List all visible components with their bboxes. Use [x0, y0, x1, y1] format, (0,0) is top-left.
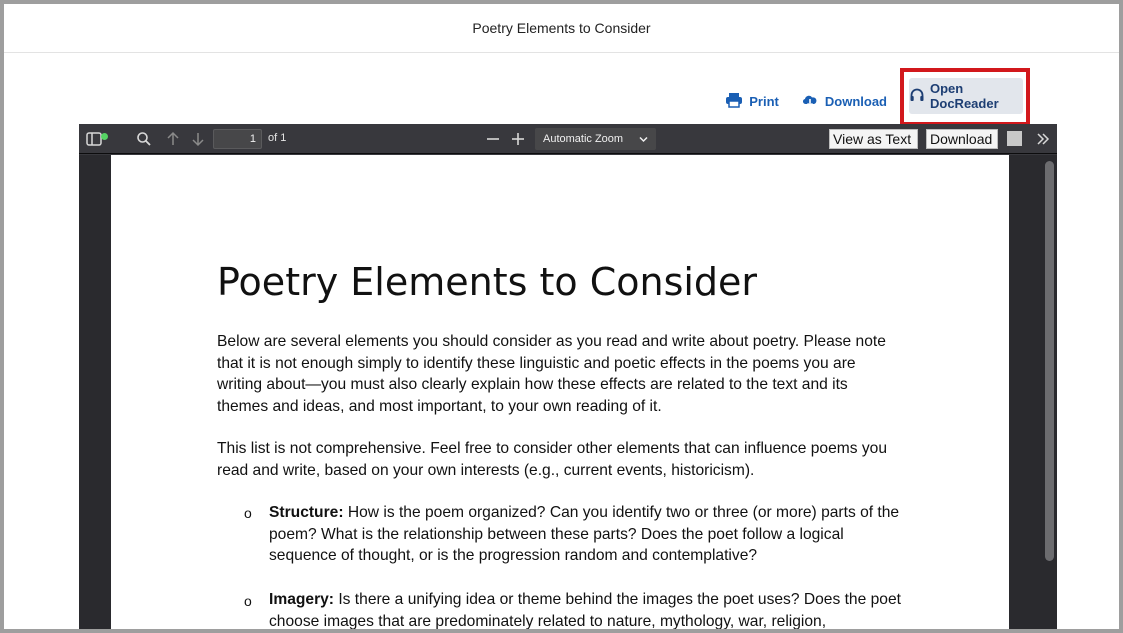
- document-paragraph: This list is not comprehensive. Feel fre…: [217, 440, 888, 479]
- double-chevron-right-icon: [1037, 133, 1050, 145]
- sidebar-toggle-button[interactable]: [85, 130, 108, 148]
- document-paragraph: Below are several elements you should co…: [217, 333, 886, 416]
- page-count: of 1: [268, 132, 287, 144]
- docreader-highlight: Open DocReader: [900, 68, 1030, 126]
- download-button[interactable]: Download: [801, 91, 887, 112]
- extension-square-button[interactable]: [1007, 131, 1022, 146]
- bullet-marker: o: [244, 505, 252, 521]
- pdf-page: Poetry Elements to Consider Below are se…: [111, 155, 1009, 630]
- pdf-toolbar: 1 of 1 Automatic Zoom View as Text Downl…: [79, 124, 1057, 154]
- open-docreader-label: Open DocReader: [930, 81, 999, 111]
- list-item-term: Imagery:: [269, 591, 335, 608]
- next-page-button[interactable]: [189, 130, 207, 148]
- arrow-up-icon: [167, 131, 179, 145]
- sidebar-icon: [86, 132, 102, 146]
- list-item: Structure: How is the poem organized? Ca…: [269, 502, 905, 567]
- download-label: Download: [824, 93, 887, 109]
- cloud-download-icon: [801, 91, 819, 112]
- vertical-scrollbar[interactable]: [1045, 161, 1054, 561]
- page-title: Poetry Elements to Consider: [4, 4, 1119, 53]
- zoom-out-button[interactable]: [484, 130, 502, 148]
- chevron-down-icon: [639, 136, 648, 143]
- tools-menu-button[interactable]: [1034, 130, 1052, 148]
- search-icon: [137, 132, 151, 146]
- pdf-page-area[interactable]: Poetry Elements to Consider Below are se…: [79, 155, 1057, 630]
- previous-page-button[interactable]: [164, 130, 182, 148]
- view-as-text-button[interactable]: View as Text: [829, 129, 918, 149]
- viewer-download-button[interactable]: Download: [926, 129, 998, 149]
- arrow-down-icon: [192, 133, 204, 147]
- bullet-marker: o: [244, 593, 252, 609]
- list-item: Imagery: Is there a unifying idea or the…: [269, 589, 905, 630]
- print-label: Print: [749, 93, 779, 109]
- print-button[interactable]: Print: [725, 91, 779, 112]
- plus-icon: [512, 133, 524, 145]
- headphones-icon: [909, 87, 925, 106]
- list-item-text: Is there a unifying idea or theme behind…: [269, 591, 901, 630]
- app-frame: Poetry Elements to Consider Print Downlo…: [0, 0, 1123, 633]
- document-actions: Print Download: [725, 76, 887, 126]
- notification-dot: [101, 133, 108, 140]
- minus-icon: [487, 138, 499, 140]
- printer-icon: [725, 91, 743, 112]
- page-number-input[interactable]: 1: [213, 129, 262, 149]
- find-button[interactable]: [135, 130, 153, 148]
- zoom-select-value: Automatic Zoom: [543, 133, 624, 145]
- zoom-select[interactable]: Automatic Zoom: [535, 128, 656, 150]
- zoom-in-button[interactable]: [509, 130, 527, 148]
- list-item-text: How is the poem organized? Can you ident…: [269, 504, 900, 565]
- list-item-term: Structure:: [269, 504, 344, 521]
- open-docreader-button[interactable]: Open DocReader: [909, 78, 1023, 114]
- pdf-viewer: 1 of 1 Automatic Zoom View as Text Downl…: [79, 124, 1057, 630]
- document-title: Poetry Elements to Consider: [217, 260, 758, 304]
